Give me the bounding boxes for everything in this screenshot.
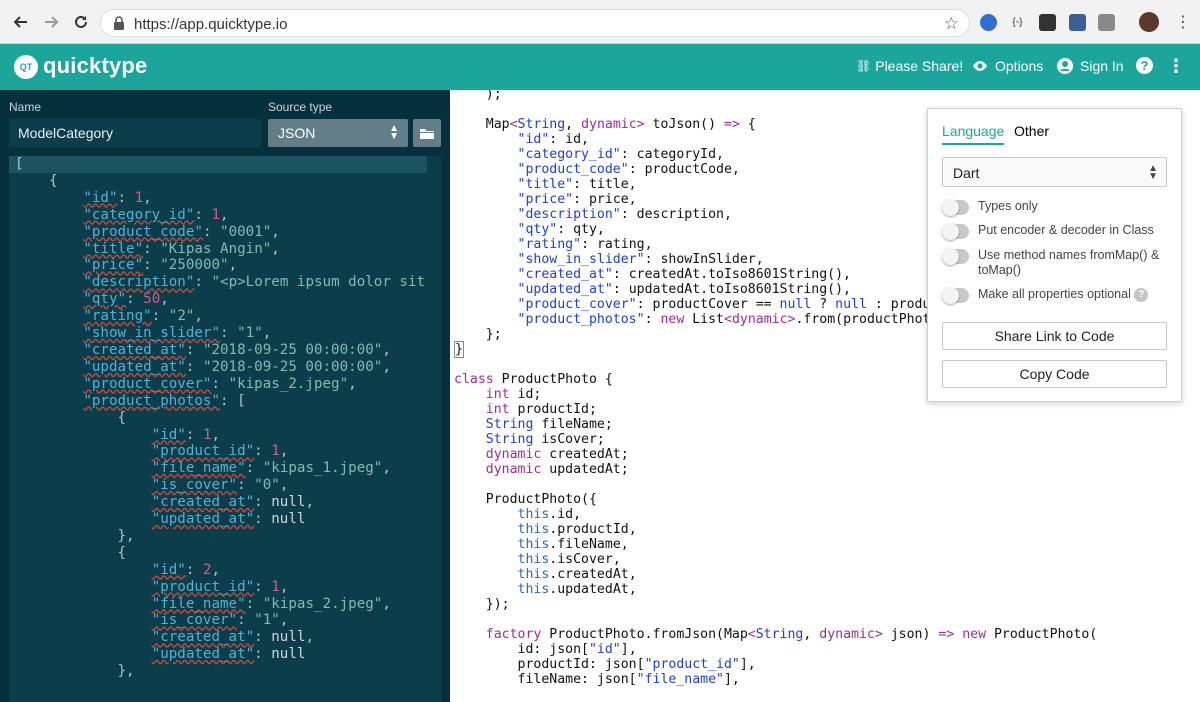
sign-in-button[interactable]: Sign In (1057, 58, 1124, 74)
option-label: Put encoder & decoder in Class (978, 223, 1154, 237)
lock-icon (113, 16, 125, 35)
help-button[interactable]: ? (1136, 57, 1153, 74)
options-panel: Language Other Dart ▲ ▼ Types only Put en… (927, 108, 1182, 402)
share-link-button[interactable]: Share Link to Code (942, 322, 1167, 350)
please-share-button[interactable]: ⛓ Please Share! (856, 58, 963, 74)
forward-arrow-icon (45, 16, 59, 28)
address-bar[interactable]: https://app.quicktype.io ☆ (100, 9, 970, 37)
browser-menu-icon[interactable]: ⋮ (1175, 14, 1191, 31)
share-icon: ⛓ (856, 59, 872, 73)
option-label-text: Make all properties optional (978, 287, 1131, 301)
select-arrows-icon: ▲ ▼ (1148, 163, 1158, 182)
reload-button[interactable] (68, 9, 94, 35)
source-type-label: Source type (268, 100, 333, 114)
extension-lock-icon[interactable] (1098, 14, 1115, 31)
option-label: Use method names fromMap() & toMap() (978, 248, 1160, 277)
eye-icon (973, 61, 987, 71)
options-button[interactable]: Options (972, 58, 1043, 74)
name-input[interactable] (9, 119, 261, 147)
app-header: QT quicktype ⛓ Please Share! Options Sig… (0, 44, 1200, 90)
tab-language[interactable]: Language (942, 123, 1005, 145)
option-encoder-decoder[interactable]: Put encoder & decoder in Class (942, 223, 1167, 240)
toggle-switch[interactable] (942, 287, 969, 304)
name-label: Name (9, 100, 42, 114)
option-types-only[interactable]: Types only (942, 199, 1167, 216)
help-icon: ? (1136, 57, 1153, 74)
option-method-names[interactable]: Use method names fromMap() & toMap() (942, 248, 1167, 278)
language-select[interactable]: Dart ▲ ▼ (942, 157, 1167, 187)
extension-list-icon[interactable] (1069, 14, 1086, 31)
extension-globe-icon[interactable] (980, 14, 997, 31)
sign-in-label: Sign In (1080, 58, 1124, 74)
back-arrow-icon (13, 16, 27, 28)
option-optional-properties[interactable]: Make all properties optional ? (942, 287, 1167, 304)
source-type-select[interactable]: JSON ▲ ▼ (268, 119, 408, 147)
option-label: Make all properties optional ? (978, 287, 1149, 303)
json-source: [ { "id": 1, "category_id": 1, "product_… (15, 156, 426, 680)
forward-button[interactable] (38, 9, 64, 35)
toggle-switch[interactable] (942, 223, 969, 240)
more-menu-icon[interactable]: ⋮ (1167, 56, 1185, 77)
folder-icon (420, 128, 434, 139)
please-share-label: Please Share! (875, 58, 964, 74)
logo-icon: QT (14, 55, 38, 79)
extension-dots-icon[interactable] (1039, 14, 1056, 31)
select-arrows-icon: ▲ ▼ (389, 123, 399, 142)
url-text: https://app.quicktype.io (134, 16, 288, 33)
language-value: Dart (953, 165, 980, 181)
back-button[interactable] (8, 9, 34, 35)
reload-icon (75, 15, 87, 28)
toggle-switch[interactable] (942, 199, 969, 216)
user-icon (1057, 58, 1073, 74)
app-title[interactable]: quicktype (43, 53, 148, 79)
input-panel: Name Source type JSON ▲▼ [ { "id": 1, "c… (0, 90, 450, 702)
browser-toolbar: https://app.quicktype.io ☆ {◦} ⋮ (0, 0, 1200, 44)
extension-braces-icon[interactable]: {◦} (1009, 14, 1026, 31)
profile-avatar[interactable] (1139, 12, 1159, 32)
bookmark-star-icon[interactable]: ☆ (944, 14, 959, 34)
tab-other[interactable]: Other (1014, 123, 1049, 139)
option-label: Types only (978, 199, 1038, 213)
source-type-value: JSON (278, 125, 316, 141)
open-file-button[interactable] (413, 119, 441, 147)
options-label: Options (995, 58, 1044, 74)
copy-code-button[interactable]: Copy Code (942, 360, 1167, 388)
help-icon[interactable]: ? (1134, 287, 1149, 302)
toggle-switch[interactable] (942, 248, 969, 265)
json-editor[interactable]: [ { "id": 1, "category_id": 1, "product_… (9, 156, 441, 702)
